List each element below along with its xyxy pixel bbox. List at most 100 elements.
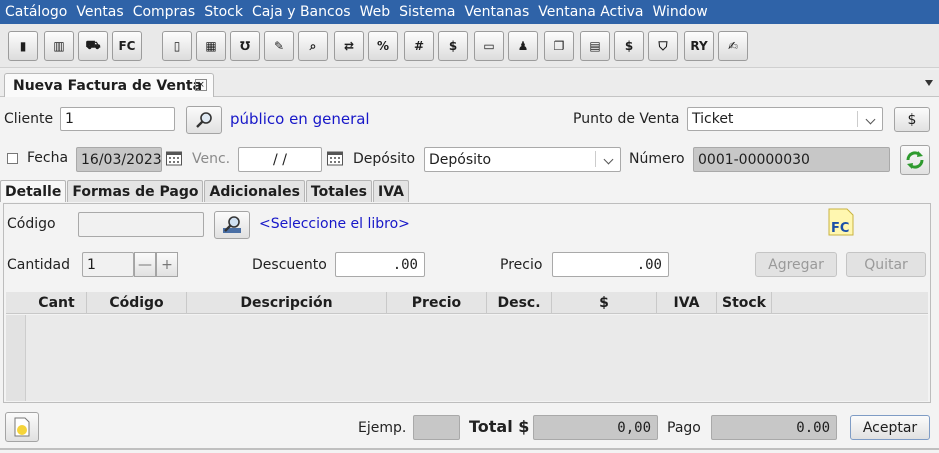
calendar-icon[interactable] — [165, 149, 183, 167]
numero-label: Número — [629, 151, 685, 167]
pencil-paper-icon: ✎ — [273, 39, 285, 53]
cliente-label: Cliente — [4, 111, 54, 127]
column-header-3[interactable]: Precio — [387, 292, 487, 314]
tab-nueva-factura[interactable]: Nueva Factura de Venta × — [4, 73, 214, 97]
toolbar-button-copy-document[interactable]: ❐ — [544, 31, 574, 61]
receipt-icon: ℧ — [239, 39, 251, 53]
increment-button[interactable]: + — [156, 252, 178, 277]
search-code-button[interactable] — [214, 211, 250, 239]
fecha-checkbox[interactable] — [7, 153, 18, 164]
punto-venta-select[interactable]: Ticket — [687, 107, 883, 131]
edit-list-icon: ✍ — [727, 39, 739, 53]
toolbar-button-card[interactable]: ▭ — [474, 31, 504, 61]
column-header-6[interactable]: IVA — [657, 292, 717, 314]
tab-iva[interactable]: IVA — [372, 180, 409, 202]
precio-label: Precio — [500, 257, 543, 273]
toolbar-button-book[interactable]: ▮ — [8, 31, 38, 61]
toolbar-button-receipt[interactable]: ℧ — [230, 31, 260, 61]
deposito-value: Depósito — [429, 151, 492, 168]
bottom-divider — [0, 448, 939, 450]
row-header-column — [6, 315, 26, 401]
bucket-icon: ⛉ — [658, 38, 668, 53]
punto-venta-label: Punto de Venta — [573, 111, 680, 127]
user-icon: ♟ — [517, 39, 529, 53]
column-header-5[interactable]: $ — [552, 292, 657, 314]
toolbar-button-transfer[interactable]: ⇄ — [334, 31, 364, 61]
precio-field[interactable]: .00 — [552, 252, 669, 277]
venc-label: Venc. — [192, 151, 231, 167]
menu-item-4[interactable]: Caja y Bancos — [252, 4, 351, 20]
toolbar-button-percent-edit[interactable]: % — [368, 31, 398, 61]
quitar-button[interactable]: Quitar — [846, 252, 926, 277]
tab-totales[interactable]: Totales — [305, 180, 372, 202]
column-header-1[interactable]: Código — [87, 292, 187, 314]
menu-item-1[interactable]: Ventas — [76, 4, 123, 20]
new-document-button[interactable] — [5, 412, 39, 442]
dollar-button[interactable]: $ — [894, 107, 930, 132]
toolbar-button-pencil-paper[interactable]: ✎ — [264, 31, 294, 61]
menu-item-5[interactable]: Web — [360, 4, 391, 20]
toolbar-button-ticket[interactable]: $ — [614, 31, 644, 61]
refresh-icon — [906, 151, 924, 169]
menu-item-0[interactable]: Catálogo — [5, 4, 67, 20]
column-header-2[interactable]: Descripción — [187, 292, 387, 314]
aceptar-button[interactable]: Aceptar — [850, 415, 930, 440]
tab-detalle[interactable]: Detalle — [0, 180, 67, 202]
ejemp-field — [413, 415, 460, 440]
close-tab-icon[interactable]: × — [195, 79, 207, 91]
toolbar-button-dollar[interactable]: $ — [438, 31, 468, 61]
column-header-4[interactable]: Desc. — [487, 292, 552, 314]
items-table-header: Cant Código Descripción Precio Desc. $ IVA Stoc… — [6, 292, 928, 314]
detalle-panel: Código <Seleccione el libro> FC Cantidad… — [3, 203, 931, 403]
toolbar: ▮ ▥ ⛟ FC ▯ ▦ ℧ ✎ ⌕ ⇄% # $ ▭ ♟ ❐ ▤ $ ⛉ RY ✍ — [0, 24, 939, 68]
toolbar-button-calculator[interactable]: ▦ — [196, 31, 226, 61]
pago-field[interactable]: 0.00 — [711, 415, 837, 440]
seleccione-libro-link[interactable]: <Seleccione el libro> — [259, 216, 410, 232]
menu-item-7[interactable]: Ventanas — [464, 4, 529, 20]
agregar-button[interactable]: Agregar — [755, 252, 837, 277]
toolbar-button-truck[interactable]: ⛟ — [78, 31, 108, 61]
tab-adicionales[interactable]: Adicionales — [204, 180, 305, 202]
numero-field: 0001-00000030 — [693, 147, 890, 172]
search-client-button[interactable] — [186, 106, 222, 134]
tab-formas-de-pago[interactable]: Formas de Pago — [67, 180, 204, 202]
codigo-label: Código — [7, 216, 56, 232]
toolbar-button-search-product[interactable]: ⌕ — [298, 31, 328, 61]
column-header-7[interactable]: Stock — [717, 292, 772, 314]
deposito-select[interactable]: Depósito — [424, 147, 621, 172]
codigo-field[interactable] — [78, 212, 204, 237]
toolbar-button-barcode[interactable]: ▥ — [44, 31, 74, 61]
descuento-label: Descuento — [252, 257, 327, 273]
invoice-fc-icon: FC — [825, 207, 857, 237]
menu-item-8[interactable]: Ventana Activa — [538, 4, 643, 20]
toolbar-button-ry[interactable]: RY — [684, 31, 714, 61]
cliente-field[interactable]: 1 — [60, 107, 175, 131]
menu-item-2[interactable]: Compras — [133, 4, 196, 20]
transfer-icon: ⇄ — [343, 39, 355, 53]
toolbar-button-bucket[interactable]: ⛉ — [648, 31, 678, 61]
menu-item-6[interactable]: Sistema — [399, 4, 455, 20]
calendar-icon[interactable] — [326, 149, 344, 167]
pago-label: Pago — [667, 420, 701, 436]
client-name-link[interactable]: público en general — [230, 110, 370, 128]
toolbar-button-number-edit[interactable]: # — [404, 31, 434, 61]
toolbar-button-document[interactable]: ▯ — [162, 31, 192, 61]
toolbar-button-invoice-fc[interactable]: FC — [112, 31, 142, 61]
cantidad-field[interactable]: 1 — [82, 252, 134, 277]
truck-icon: ⛟ — [85, 38, 101, 52]
menu-item-9[interactable]: Window — [653, 4, 708, 20]
descuento-field[interactable]: .00 — [335, 252, 425, 277]
items-table-body[interactable] — [6, 315, 928, 401]
refresh-button[interactable] — [900, 145, 930, 175]
detail-tabs: Detalle Formas de Pago Adicionales Totales I… — [0, 180, 410, 202]
tab-menu-arrow-icon[interactable] — [925, 80, 933, 86]
document-icon: ▯ — [173, 39, 181, 53]
fecha-field[interactable]: 16/03/2023 — [76, 147, 162, 172]
toolbar-button-check[interactable]: ▤ — [580, 31, 610, 61]
venc-field[interactable]: / / — [238, 147, 322, 172]
toolbar-button-user[interactable]: ♟ — [508, 31, 538, 61]
menu-item-3[interactable]: Stock — [204, 4, 243, 20]
column-header-0[interactable]: Cant — [27, 292, 87, 314]
decrement-button[interactable]: — — [134, 252, 156, 277]
toolbar-button-edit-list[interactable]: ✍ — [718, 31, 748, 61]
